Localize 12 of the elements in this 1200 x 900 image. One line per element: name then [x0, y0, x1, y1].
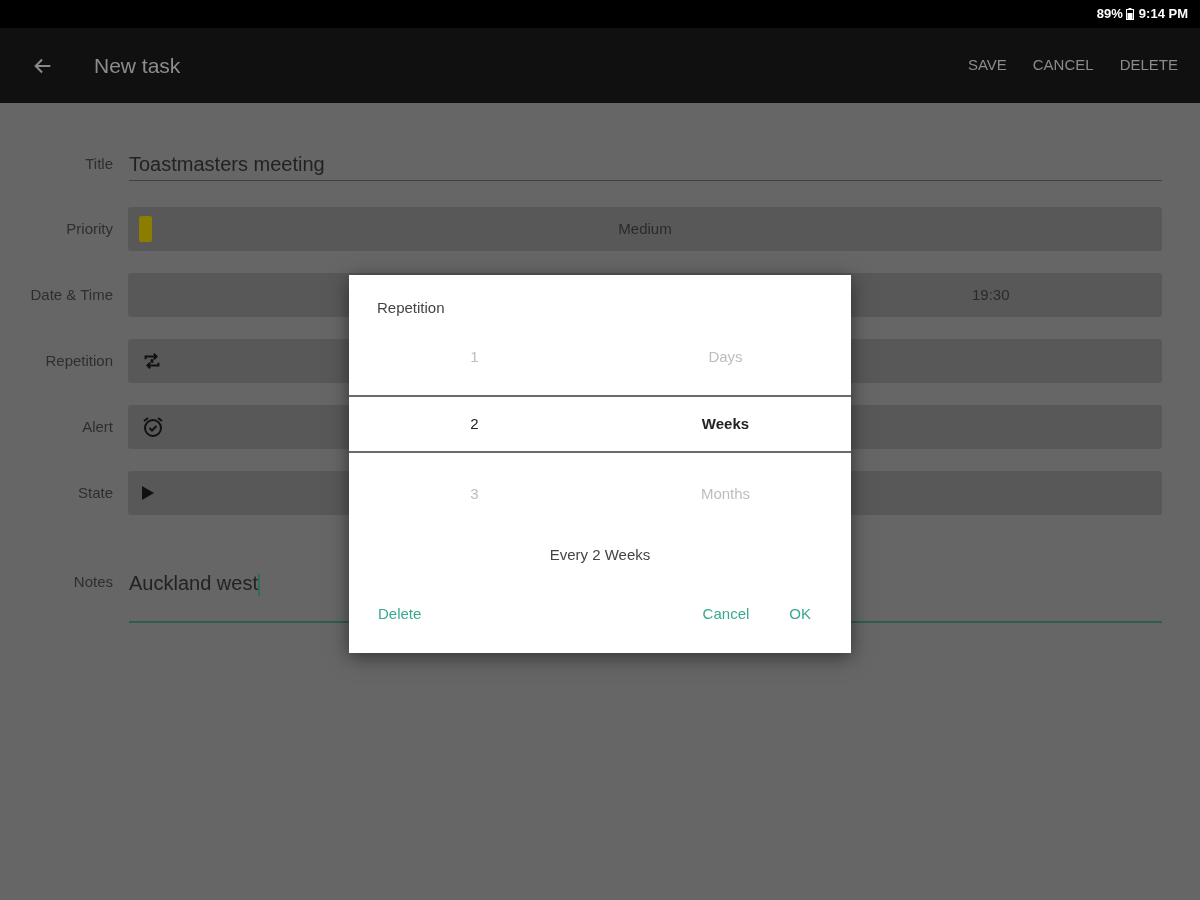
field-label: State: [76, 482, 113, 503]
field-label: Title: [84, 154, 113, 175]
field-label: Alert: [81, 416, 113, 437]
dialog-title: Repetition: [376, 298, 446, 318]
field-label: Date & Time: [29, 284, 113, 305]
field-label: Priority: [65, 218, 113, 239]
field-label: Repetition: [44, 350, 113, 371]
battery-level: 89%: [1096, 5, 1123, 24]
status-time: 9:14 PM: [1138, 5, 1188, 24]
field-label: Notes: [72, 572, 113, 592]
screen-title: New task: [94, 52, 181, 79]
repetition-summary: Every 2 Weeks: [549, 544, 651, 565]
